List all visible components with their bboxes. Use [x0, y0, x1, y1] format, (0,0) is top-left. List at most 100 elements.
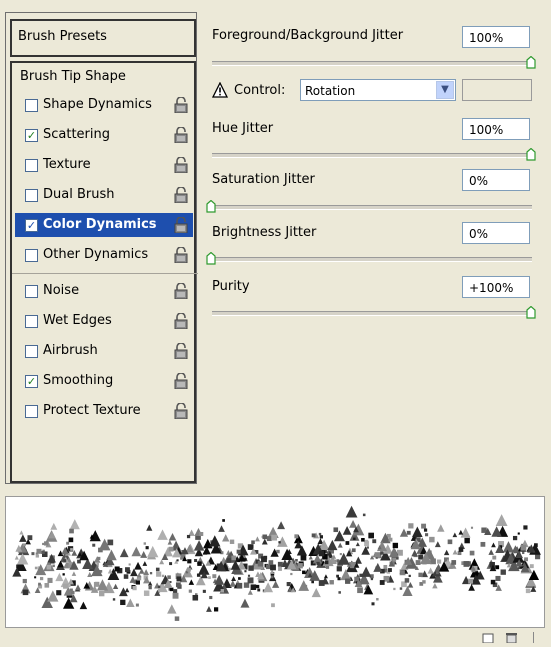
checkbox[interactable]: ✓ [25, 219, 38, 232]
new-preset-icon[interactable] [482, 633, 494, 644]
scatter-mark [146, 524, 153, 531]
scatter-mark [39, 576, 44, 581]
brush-options-list-panel: Brush Presets Brush Tip Shape Shape Dyna… [5, 12, 198, 484]
checkbox[interactable] [25, 405, 38, 418]
list-item-smoothing[interactable]: ✓ Smoothing [15, 369, 193, 393]
scatter-mark [56, 590, 62, 596]
brush-tip-shape-item[interactable]: Brush Tip Shape [20, 69, 126, 84]
scatter-mark [42, 542, 45, 546]
scatter-mark [266, 536, 272, 542]
list-item-airbrush[interactable]: Airbrush [15, 339, 193, 363]
scatter-mark [388, 537, 393, 542]
list-item-shape-dynamics[interactable]: Shape Dynamics [15, 93, 193, 117]
scatter-mark [263, 582, 274, 593]
scatter-mark [132, 585, 137, 591]
scatter-mark [124, 587, 130, 593]
chevron-down-icon[interactable]: ▼ [436, 81, 454, 99]
scatter-mark [240, 598, 250, 608]
scatter-mark [147, 545, 159, 558]
list-item-dual-brush[interactable]: Dual Brush [15, 183, 193, 207]
scatter-mark [34, 576, 37, 579]
scatter-mark [134, 561, 142, 570]
list-item-other-dynamics[interactable]: Other Dynamics [15, 243, 193, 267]
lock-icon[interactable] [174, 372, 188, 390]
scatter-mark [434, 541, 441, 548]
lock-icon[interactable] [174, 282, 188, 300]
scatter-mark [337, 542, 343, 548]
scatter-mark [488, 549, 494, 555]
checkbox[interactable]: ✓ [25, 129, 38, 142]
list-item-color-dynamics[interactable]: ✓ Color Dynamics [15, 213, 193, 237]
brightness-jitter-slider[interactable] [212, 257, 532, 262]
scatter-mark [522, 551, 525, 555]
checkbox[interactable] [25, 249, 38, 262]
lock-icon[interactable] [174, 402, 188, 420]
lock-icon[interactable] [174, 342, 188, 360]
lock-icon[interactable] [174, 156, 188, 174]
saturation-jitter-field[interactable]: 0% [462, 169, 530, 191]
scatter-mark [218, 525, 225, 532]
fg-bg-jitter-field[interactable]: 100% [462, 26, 530, 48]
scatter-mark [490, 579, 496, 585]
scatter-mark [418, 554, 424, 560]
scatter-mark [408, 523, 414, 529]
lock-icon[interactable] [174, 186, 188, 204]
scatter-mark [145, 546, 149, 550]
scatter-mark [169, 562, 173, 566]
scatter-mark [523, 525, 528, 530]
delete-icon[interactable] [506, 633, 517, 644]
lock-icon[interactable] [174, 216, 188, 234]
lock-icon[interactable] [174, 96, 188, 114]
scatter-mark [294, 534, 299, 539]
brightness-jitter-field[interactable]: 0% [462, 222, 530, 244]
purity-slider-thumb[interactable] [526, 305, 536, 319]
list-item-protect-texture[interactable]: Protect Texture [15, 399, 193, 423]
checkbox[interactable] [25, 345, 38, 358]
scatter-mark [120, 599, 126, 606]
list-item-scattering[interactable]: ✓ Scattering [15, 123, 193, 147]
scatter-mark [480, 541, 486, 547]
hue-jitter-field[interactable]: 100% [462, 118, 530, 140]
scatter-mark [167, 539, 173, 545]
checkbox[interactable] [25, 99, 38, 112]
checkbox[interactable] [25, 285, 38, 298]
purity-field[interactable]: +100% [462, 276, 530, 298]
brightness-jitter-slider-thumb[interactable] [206, 251, 216, 265]
scatter-mark [376, 598, 379, 601]
scatter-mark [22, 589, 29, 596]
scatter-mark [327, 539, 338, 551]
checkbox[interactable] [25, 189, 38, 202]
control-dropdown[interactable]: Rotation ▼ [300, 79, 456, 101]
checkbox[interactable]: ✓ [25, 375, 38, 388]
lock-icon[interactable] [174, 126, 188, 144]
scatter-mark [408, 574, 411, 578]
list-item-noise[interactable]: Noise [15, 279, 193, 303]
scatter-mark [199, 531, 204, 536]
saturation-jitter-slider-thumb[interactable] [206, 199, 216, 213]
scatter-mark [38, 582, 41, 586]
scatter-mark [452, 532, 458, 538]
scatter-mark [143, 569, 150, 576]
lock-icon[interactable] [174, 312, 188, 330]
checkbox[interactable] [25, 159, 38, 172]
scatter-mark [297, 563, 303, 569]
fg-bg-jitter-slider[interactable] [212, 61, 532, 66]
scatter-mark [361, 537, 365, 542]
saturation-jitter-slider[interactable] [212, 205, 532, 210]
checkbox[interactable] [25, 315, 38, 328]
list-item-texture[interactable]: Texture [15, 153, 193, 177]
fg-bg-jitter-slider-thumb[interactable] [526, 55, 536, 69]
lock-icon[interactable] [174, 246, 188, 264]
scatter-mark [502, 541, 515, 553]
list-item-wet-edges[interactable]: Wet Edges [15, 309, 193, 333]
scatter-mark [156, 571, 162, 577]
hue-jitter-slider-thumb[interactable] [526, 147, 536, 161]
saturation-jitter-label: Saturation Jitter [212, 172, 315, 187]
hue-jitter-slider[interactable] [212, 153, 532, 158]
scatter-mark [66, 541, 70, 545]
scatter-mark [107, 539, 114, 546]
scatter-mark [532, 550, 535, 553]
scatter-mark [492, 555, 497, 560]
brush-presets-button[interactable]: Brush Presets [10, 19, 196, 57]
purity-slider[interactable] [212, 311, 532, 316]
